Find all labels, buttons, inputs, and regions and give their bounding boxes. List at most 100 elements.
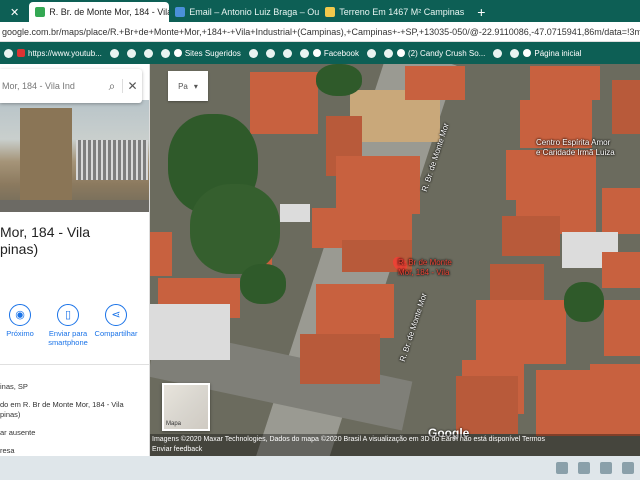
- roof: [300, 334, 380, 384]
- facebook-icon: [312, 49, 321, 57]
- poi-label[interactable]: e Caridade Irmã Luiza: [536, 148, 615, 157]
- bookmark-icon[interactable]: [109, 48, 119, 58]
- photo-wall: [20, 108, 72, 208]
- mail-icon: [175, 7, 186, 17]
- roof: [150, 232, 172, 276]
- bookmark-icon[interactable]: [126, 48, 136, 58]
- bookmarks-bar: https://www.youtub... Sites Sugeridos Fa…: [0, 42, 640, 64]
- info-line: pinas): [0, 410, 21, 419]
- title-line: pinas): [0, 241, 39, 257]
- phone-icon: ▯: [57, 304, 79, 326]
- tab-terreno[interactable]: Terreno Em 1467 M² Campinas ✕: [319, 2, 469, 22]
- search-icon[interactable]: ⌕: [102, 79, 122, 94]
- bookmark-icon[interactable]: [160, 48, 170, 58]
- action-row: ◉ Próximo ▯ Enviar para smartphone ⋖ Com…: [0, 304, 149, 354]
- bookmark-icon[interactable]: [143, 48, 153, 58]
- game-icon: [396, 49, 405, 57]
- feedback-link[interactable]: Enviar feedback: [152, 445, 638, 455]
- copyright-text: Imagens ©2020 Maxar Technologies, Dados …: [152, 436, 545, 443]
- roof: [150, 304, 230, 360]
- bookmark-icon[interactable]: [4, 48, 13, 58]
- tab-label: R. Br. de Monte Mor, 184 - Vila In: [49, 7, 170, 17]
- search-box[interactable]: Mor, 184 - Vila Ind ⌕ ✕: [0, 69, 142, 103]
- place-info: inas, SP do em R. Br de Monte Mor, 184 -…: [0, 382, 149, 456]
- new-tab-button[interactable]: +: [469, 2, 493, 22]
- roof: [602, 188, 640, 234]
- action-label: Compartilhar: [94, 329, 138, 338]
- info-line: inas, SP: [0, 382, 28, 391]
- layer-switcher[interactable]: Mapa: [162, 383, 210, 431]
- tree: [190, 184, 280, 274]
- info-line[interactable]: do em R. Br de Monte Mor, 184 - Vila: [0, 400, 149, 410]
- tray-icon[interactable]: [578, 462, 590, 474]
- map-footer: Imagens ©2020 Maxar Technologies, Dados …: [150, 434, 640, 456]
- youtube-icon: [17, 49, 25, 57]
- action-label: Próximo: [6, 329, 34, 338]
- street-label: R. Br. de Monte Mor: [398, 291, 429, 363]
- roof: [280, 204, 310, 222]
- bookmark-icon[interactable]: [248, 48, 258, 58]
- map-layer-button[interactable]: Pa ▾: [168, 71, 208, 101]
- roof: [602, 252, 640, 288]
- tab-label: Terreno Em 1467 M² Campinas: [339, 7, 465, 17]
- tray-icon[interactable]: [556, 462, 568, 474]
- bookmark-label: (2) Candy Crush So...: [407, 48, 486, 58]
- bookmark-candy[interactable]: (2) Candy Crush So...: [396, 48, 486, 58]
- photo-street: [0, 200, 149, 212]
- roof: [590, 364, 640, 436]
- bookmark-icon[interactable]: [366, 48, 376, 58]
- close-icon[interactable]: ✕: [122, 79, 142, 93]
- bookmark-label: Facebook: [323, 48, 359, 58]
- info-line[interactable]: ar ausente: [0, 428, 149, 438]
- tab-email[interactable]: Email – Antonio Luiz Braga – Ou ✕: [169, 2, 319, 22]
- roof: [506, 150, 596, 200]
- satellite-map[interactable]: R. Br de Monte Mor, 184 - Vila R. Br. de…: [150, 64, 640, 456]
- address-bar[interactable]: google.com.br/maps/place/R.+Br+de+Monte+…: [0, 22, 640, 42]
- tab-bar: ✕ R. Br. de Monte Mor, 184 - Vila In ✕ E…: [0, 0, 640, 22]
- chevron-down-icon: ▾: [193, 81, 198, 91]
- maps-icon: [35, 7, 46, 17]
- tree: [564, 282, 604, 322]
- roof: [405, 66, 465, 100]
- bookmark-icon[interactable]: [299, 48, 309, 58]
- bookmark-icon[interactable]: [265, 48, 275, 58]
- divider: [0, 364, 149, 365]
- layer-label: Pa: [178, 81, 188, 91]
- place-title: Mor, 184 - Vila pinas): [0, 224, 149, 258]
- minimap-label: Mapa: [166, 421, 182, 427]
- send-to-phone-button[interactable]: ▯ Enviar para smartphone: [44, 304, 92, 347]
- bookmark-label: Sites Sugeridos: [184, 48, 241, 58]
- roof: [250, 72, 318, 134]
- bookmark-icon[interactable]: [282, 48, 292, 58]
- bookmark-icon[interactable]: [510, 48, 520, 58]
- pin-label: R. Br de Monte: [398, 258, 452, 267]
- bookmark-icon[interactable]: [493, 48, 503, 58]
- roof: [336, 156, 420, 214]
- bookmark-label: https://www.youtub...: [28, 48, 102, 58]
- tree: [240, 264, 286, 304]
- bookmark-home[interactable]: Página inicial: [523, 49, 582, 58]
- address-text: google.com.br/maps/place/R.+Br+de+Monte+…: [2, 26, 640, 37]
- tab-maps[interactable]: R. Br. de Monte Mor, 184 - Vila In ✕: [29, 2, 170, 22]
- close-tab-icon[interactable]: ✕: [0, 2, 29, 22]
- roof: [612, 80, 640, 134]
- bookmark-youtube[interactable]: https://www.youtub...: [17, 49, 102, 58]
- bookmark-icon[interactable]: [383, 48, 393, 58]
- title-line: Mor, 184 - Vila: [0, 224, 91, 240]
- roof: [604, 300, 640, 356]
- bookmark-sites[interactable]: Sites Sugeridos: [173, 48, 241, 58]
- roof: [490, 264, 544, 302]
- place-panel: Mor, 184 - Vila Ind ⌕ ✕ Mor, 184 - Vila …: [0, 64, 150, 456]
- bookmark-facebook[interactable]: Facebook: [312, 48, 359, 58]
- tab-label: Email – Antonio Luiz Braga – Ou: [189, 7, 320, 17]
- info-line: resa: [0, 446, 15, 455]
- place-photo[interactable]: [0, 100, 149, 212]
- share-button[interactable]: ⋖ Compartilhar: [92, 304, 140, 338]
- nearby-button[interactable]: ◉ Próximo: [0, 304, 44, 338]
- poi-label[interactable]: Centro Espírita Amor: [536, 138, 610, 147]
- tray-icon[interactable]: [600, 462, 612, 474]
- home-icon: [523, 49, 532, 57]
- search-input[interactable]: Mor, 184 - Vila Ind: [2, 81, 102, 91]
- taskbar: [0, 456, 640, 480]
- tray-icon[interactable]: [622, 462, 634, 474]
